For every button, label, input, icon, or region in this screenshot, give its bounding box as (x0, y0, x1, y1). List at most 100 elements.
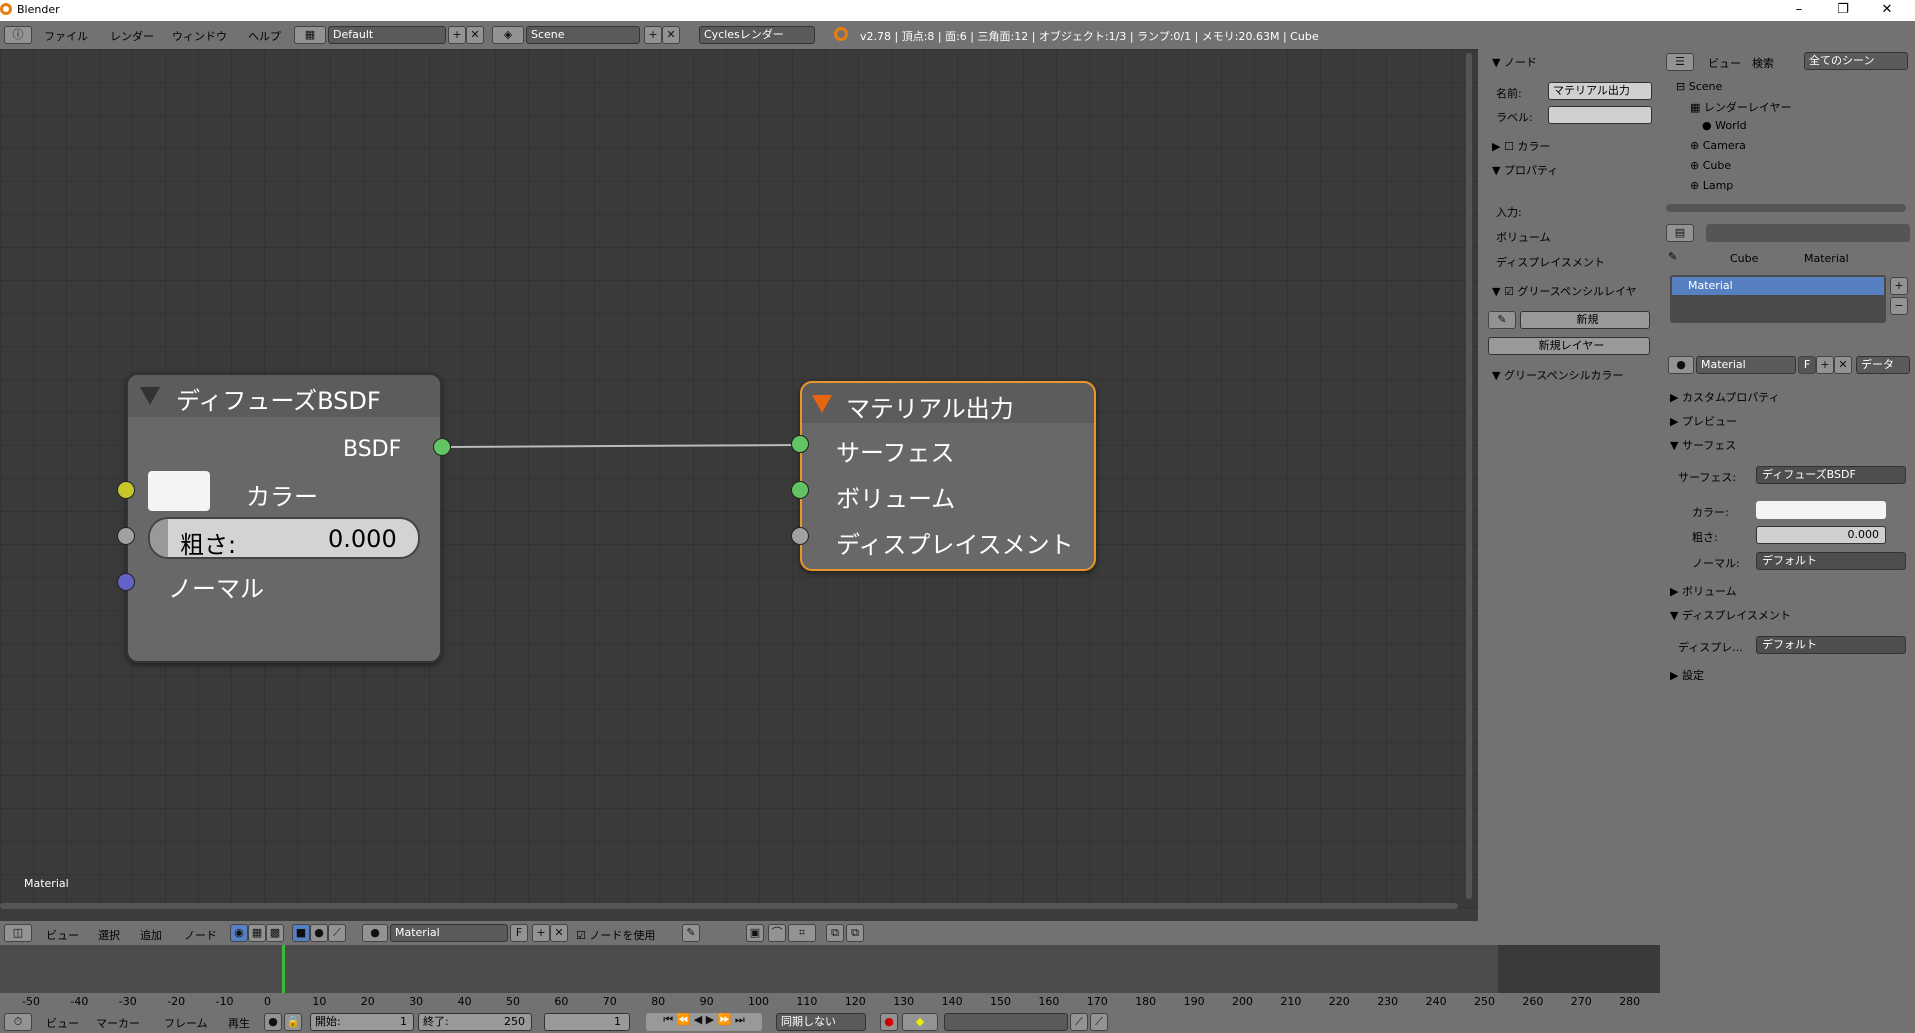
menu-help[interactable]: ヘルプ (248, 28, 281, 44)
scene-add-icon[interactable]: + (644, 26, 662, 44)
menu-frame[interactable]: フレーム (164, 1015, 208, 1031)
end-frame-field[interactable]: 終了: 250 (418, 1013, 532, 1031)
properties-panel-header[interactable]: ▼ プロパティ (1492, 162, 1558, 178)
material-output-node[interactable]: マテリアル出力 サーフェス ボリューム ディスプレイスメント (800, 381, 1096, 571)
timeline-type-icon[interactable]: ⏱ (4, 1013, 32, 1031)
material-field[interactable]: Material (390, 924, 508, 942)
node-editor[interactable]: ディフューズBSDF BSDF カラー 粗さ: 0.000 ノーマル マテリアル… (0, 49, 1478, 909)
color-input-socket[interactable] (117, 481, 135, 499)
vertical-scrollbar[interactable] (1466, 53, 1472, 899)
outliner-item-scene[interactable]: ⊟ Scene (1676, 80, 1722, 93)
magnet-icon[interactable]: ⌒ (768, 924, 786, 942)
scene-field[interactable]: Scene (526, 26, 640, 44)
gp-new-button[interactable]: 新規 (1520, 311, 1650, 329)
normal-input-socket[interactable] (117, 573, 135, 591)
context-tabs[interactable] (1706, 224, 1910, 242)
node-link[interactable] (441, 444, 801, 448)
close-button[interactable]: ✕ (1865, 0, 1909, 21)
node-editor-type-icon[interactable]: ◫ (4, 924, 32, 942)
outliner-scrollbar[interactable] (1666, 204, 1906, 212)
color-swatch[interactable] (148, 471, 210, 511)
menu-playback[interactable]: 再生 (228, 1015, 250, 1031)
outliner-search-menu[interactable]: 検索 (1752, 55, 1774, 71)
keying-set-field[interactable] (944, 1013, 1068, 1031)
current-frame-field[interactable]: 1 (544, 1013, 630, 1031)
displacement-select[interactable]: デフォルト (1756, 636, 1906, 654)
gp-color-header[interactable]: ▼ グリースペンシルカラー (1492, 367, 1623, 383)
delete-keyframe-icon[interactable]: ⟋ (1090, 1013, 1108, 1031)
menu-render[interactable]: レンダー (110, 28, 154, 44)
color-panel-header[interactable]: ▶ ☐ カラー (1492, 138, 1550, 154)
normal-select[interactable]: デフォルト (1756, 552, 1906, 570)
linestyle-shader-icon[interactable]: ⟋ (328, 924, 346, 942)
menu-window[interactable]: ウィンドウ (172, 28, 227, 44)
roughness-input-socket[interactable] (117, 527, 135, 545)
compositing-tree-icon[interactable]: ▦ (248, 924, 266, 942)
menu-file[interactable]: ファイル (44, 28, 88, 44)
bsdf-output-socket[interactable] (433, 438, 451, 456)
autokey-icon[interactable]: ● (264, 1013, 282, 1031)
surface-header[interactable]: ▼ サーフェス (1670, 437, 1736, 453)
pin-icon[interactable]: ✎ (1668, 250, 1677, 263)
outliner-item-renderlayer[interactable]: ▦ レンダーレイヤー (1690, 99, 1792, 115)
surface-shader-select[interactable]: ディフューズBSDF (1756, 466, 1906, 484)
snap-mode-icon[interactable]: ⌗ (788, 924, 816, 942)
insert-keyframe-icon[interactable]: ⟋ (1070, 1013, 1088, 1031)
outliner-item-lamp[interactable]: ⊕ Lamp (1690, 179, 1733, 192)
use-nodes-checkbox[interactable]: ☑ ノードを使用 (576, 927, 655, 943)
material-slot-list[interactable]: Material (1670, 275, 1886, 323)
menu-add[interactable]: 追加 (140, 927, 162, 943)
collapse-triangle-icon[interactable] (140, 387, 160, 405)
material-name-field[interactable]: Material (1696, 356, 1796, 374)
material-browse-icon[interactable]: ● (1668, 356, 1694, 374)
material-unlink-icon[interactable]: ✕ (1834, 356, 1852, 374)
outliner-item-cube[interactable]: ⊕ Cube (1690, 159, 1731, 172)
volume-input-socket[interactable] (791, 481, 809, 499)
layout-add-icon[interactable]: + (448, 26, 466, 44)
slot-remove-icon[interactable]: − (1890, 297, 1908, 315)
settings-header[interactable]: ▶ 設定 (1670, 667, 1704, 683)
fake-user-button[interactable]: F (510, 924, 528, 942)
object-shader-icon[interactable]: ■ (292, 924, 310, 942)
maximize-button[interactable]: ❐ (1821, 0, 1865, 21)
keying-set-icon[interactable]: ◆ (902, 1013, 938, 1031)
layout-icon[interactable]: ▦ (294, 26, 326, 44)
record-icon[interactable]: ● (880, 1013, 898, 1031)
gp-new-layer-button[interactable]: 新規レイヤー (1488, 337, 1650, 355)
start-frame-field[interactable]: 開始: 1 (310, 1013, 414, 1031)
collapse-triangle-icon[interactable] (812, 395, 832, 413)
scene-remove-icon[interactable]: ✕ (662, 26, 680, 44)
texture-tree-icon[interactable]: ▩ (266, 924, 284, 942)
menu-marker[interactable]: マーカー (96, 1015, 140, 1031)
copy-icon[interactable]: ⧉ (826, 924, 844, 942)
shader-tree-icon[interactable]: ◉ (230, 924, 248, 942)
color-swatch[interactable] (1756, 501, 1886, 519)
diffuse-bsdf-node[interactable]: ディフューズBSDF BSDF カラー 粗さ: 0.000 ノーマル (126, 373, 442, 663)
outliner-type-icon[interactable]: ☰ (1666, 53, 1694, 71)
outliner-item-camera[interactable]: ⊕ Camera (1690, 139, 1746, 152)
node-header[interactable]: マテリアル出力 (802, 383, 1094, 423)
outliner-item-world[interactable]: ● World (1702, 119, 1747, 132)
material-new-icon[interactable]: + (532, 924, 550, 942)
editor-type-icon[interactable]: ⓘ (4, 26, 32, 44)
pencil-icon[interactable]: ✎ (1488, 311, 1516, 329)
surface-input-socket[interactable] (791, 435, 809, 453)
material-browse-icon[interactable]: ● (362, 924, 388, 942)
displacement-header[interactable]: ▼ ディスプレイスメント (1670, 607, 1791, 623)
displacement-input-socket[interactable] (791, 527, 809, 545)
node-panel-header[interactable]: ▼ ノード (1492, 54, 1537, 70)
render-engine-select[interactable]: Cyclesレンダー (699, 26, 815, 44)
custom-props-header[interactable]: ▶ カスタムプロパティ (1670, 389, 1780, 405)
sync-select[interactable]: 同期しない (776, 1013, 866, 1031)
material-new-icon[interactable]: + (1816, 356, 1834, 374)
name-field[interactable]: マテリアル出力 (1548, 82, 1652, 100)
slot-add-icon[interactable]: + (1890, 277, 1908, 295)
material-unlink-icon[interactable]: ✕ (550, 924, 568, 942)
playback-controls[interactable]: ⏮ ⏪ ◀ ▶ ⏩ ⏭ (646, 1013, 762, 1031)
menu-view[interactable]: ビュー (46, 1015, 79, 1031)
preview-header[interactable]: ▶ プレビュー (1670, 413, 1737, 429)
menu-node[interactable]: ノード (184, 927, 217, 943)
roughness-slider[interactable]: 粗さ: 0.000 (148, 517, 420, 559)
horizontal-scrollbar[interactable] (0, 903, 1458, 909)
backdrop-icon[interactable]: ✎ (682, 924, 700, 942)
